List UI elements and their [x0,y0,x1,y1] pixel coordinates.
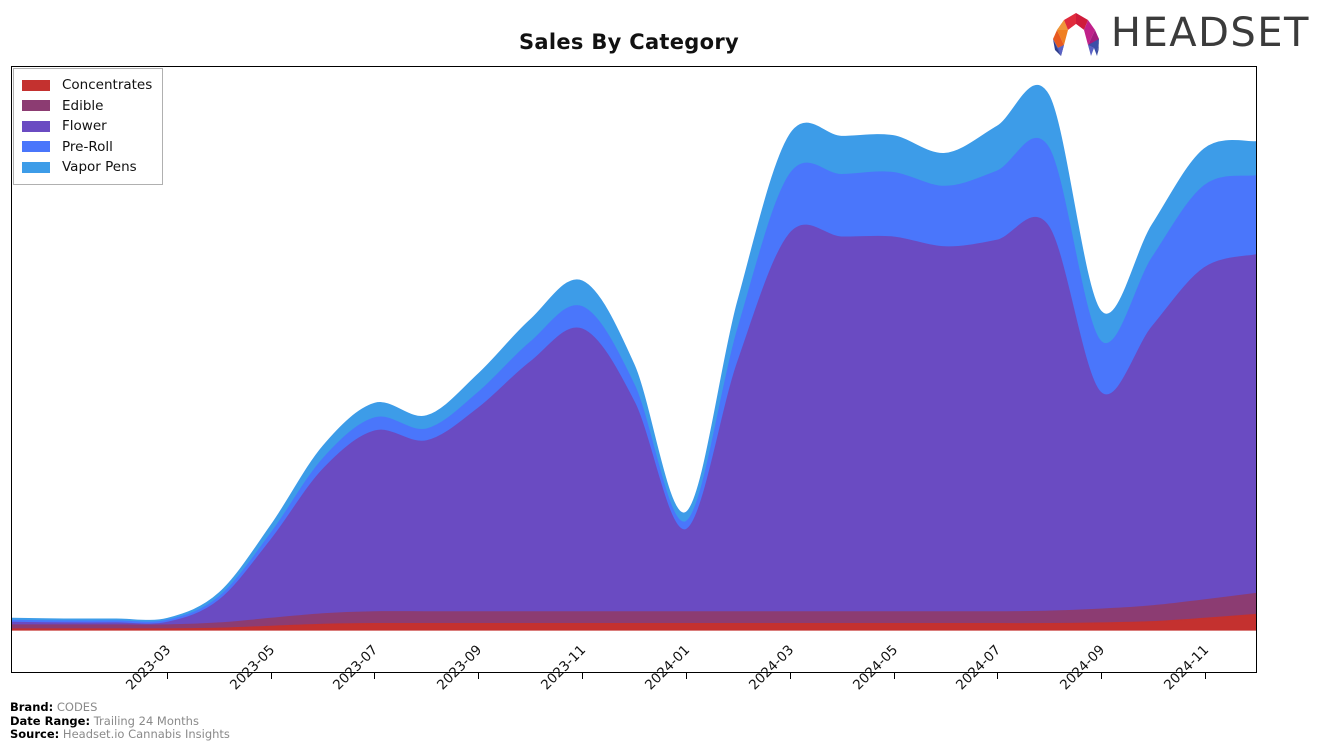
footer-source-label: Source: [10,727,60,742]
chart-legend: Concentrates Edible Flower Pre-Roll Vapor Pe… [13,68,164,185]
footer-source-value: Headset.io Cannabis Insights [62,727,230,742]
footer-date-range-value: Trailing 24 Months [93,713,199,728]
headset-arch-logo-icon [1052,13,1099,56]
x-axis-tick [685,673,687,679]
footer-brand: Brand: CODES [10,700,230,715]
x-axis-tick [789,673,791,679]
headset-wordmark: HEADSET [1110,10,1310,56]
legend-item-concentrates[interactable]: Concentrates [22,75,152,96]
legend-swatch-icon [22,141,50,153]
x-axis-tick [997,673,999,679]
legend-swatch-icon [22,79,50,91]
footer-date-range-label: Date Range: [10,713,91,728]
x-axis-tick [478,673,480,679]
x-axis-tick [166,673,168,679]
legend-item-label: Pre-Roll [62,138,113,155]
legend-item-edible[interactable]: Edible [22,96,152,117]
x-axis-tick [893,673,895,679]
legend-item-label: Edible [62,97,104,114]
x-axis-tick [582,673,584,679]
headset-logo: HEADSET [1049,8,1310,58]
x-axis-tick [374,673,376,679]
legend-item-label: Concentrates [62,77,153,94]
footer-brand-value: CODES [56,700,98,715]
legend-swatch-icon [22,120,50,132]
legend-item-label: Vapor Pens [62,159,137,176]
legend-swatch-icon [22,161,50,173]
legend-item-flower[interactable]: Flower [22,116,152,137]
footer-date-range: Date Range: Trailing 24 Months [10,713,230,729]
legend-item-pre-roll[interactable]: Pre-Roll [22,137,152,158]
chart-footer: Brand: CODES Date Range: Trailing 24 Mon… [10,700,230,742]
legend-swatch-icon [22,100,50,112]
footer-brand-label: Brand: [10,700,54,715]
x-axis-tick [1205,673,1207,679]
legend-item-label: Flower [62,118,107,135]
footer-source: Source: Headset.io Cannabis Insights [10,728,230,742]
legend-item-vapor-pens[interactable]: Vapor Pens [22,157,152,178]
stacked-area-chart [12,85,1256,631]
chart-plot-area [11,66,1257,673]
x-axis-tick [1101,673,1103,679]
x-axis-tick [270,673,272,679]
